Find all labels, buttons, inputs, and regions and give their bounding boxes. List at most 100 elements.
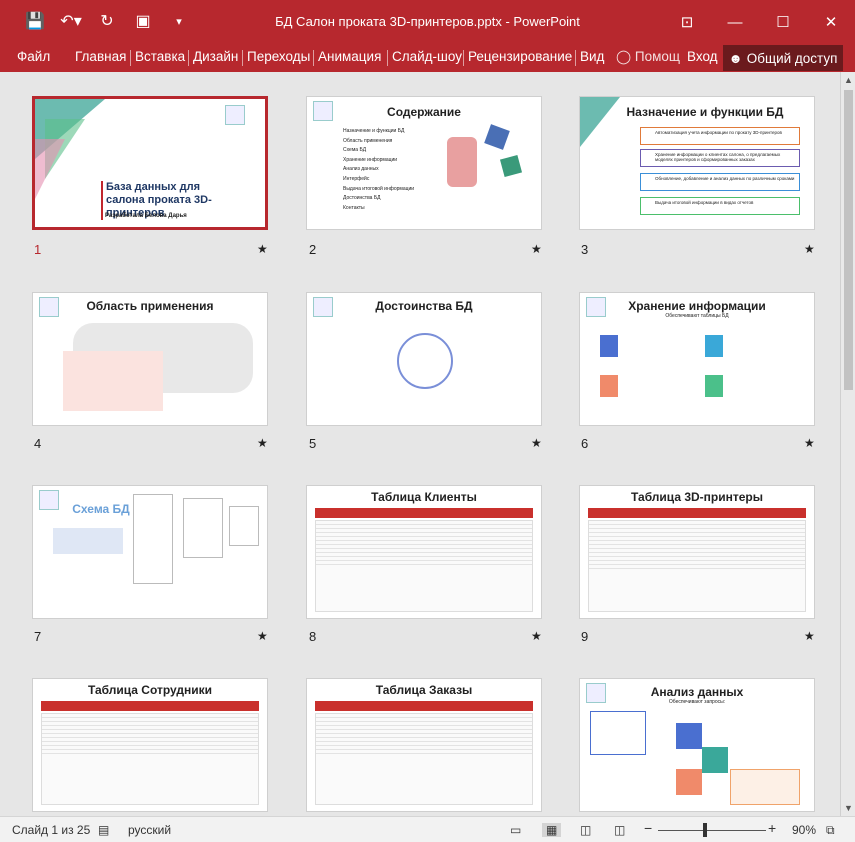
minimize-button[interactable]: — xyxy=(711,0,759,44)
ribbon-display-button[interactable]: ⊡ xyxy=(663,0,711,44)
share-button[interactable]: ☻ Общий доступ xyxy=(723,45,843,71)
number-marker xyxy=(705,335,723,357)
list-item: Интерфейс xyxy=(343,175,370,182)
table-body xyxy=(315,520,533,612)
tab-review[interactable]: Рецензирование xyxy=(462,49,572,66)
slide-title: Таблица Сотрудники xyxy=(87,683,213,697)
text-box xyxy=(590,711,646,755)
slide-title: Схема БД xyxy=(72,502,130,516)
slide-thumbnail-7[interactable]: Схема БД xyxy=(32,485,268,619)
slide-logo xyxy=(39,490,59,510)
normal-view-icon[interactable]: ▭ xyxy=(510,823,521,837)
list-item: Область применения xyxy=(343,137,393,144)
list-item: Хранение информации xyxy=(343,156,398,163)
hexagon-diagram xyxy=(397,333,453,389)
slide-title: Содержание xyxy=(387,105,461,119)
tab-view[interactable]: Вид xyxy=(574,49,604,66)
list-item: Схема БД xyxy=(343,147,367,154)
star-icon: ★ xyxy=(531,242,542,256)
slide-subtitle: Разработала Белова Дарья xyxy=(105,213,187,219)
tell-me[interactable]: ◯ Помощ xyxy=(616,49,680,65)
tab-home[interactable]: Главная xyxy=(75,49,126,64)
cube-icon xyxy=(499,154,523,178)
slide-thumbnail-12[interactable]: Анализ данных Обеспечивают запросы: xyxy=(579,678,815,812)
fit-to-window-icon[interactable]: ⧉ xyxy=(826,823,835,838)
list-item: Обновление, добавление и анализ данных п… xyxy=(640,173,800,191)
zoom-out-button[interactable]: − xyxy=(644,820,652,836)
slide-title: Таблица 3D-принтеры xyxy=(630,490,764,504)
sign-in-link[interactable]: Вход xyxy=(687,49,718,64)
slide-number: 6 xyxy=(581,436,589,451)
slide-thumbnail-6[interactable]: Хранение информации Обеспечивают таблицы… xyxy=(579,292,815,426)
lightbulb-icon: ◯ xyxy=(616,49,632,64)
close-button[interactable]: ✕ xyxy=(807,0,855,44)
star-icon: ★ xyxy=(531,629,542,643)
cube-icon xyxy=(484,124,510,150)
title-bar: 💾 ↶▾ ↻ ▣ ▾ БД Салон проката 3D-принтеров… xyxy=(0,0,855,44)
number-marker xyxy=(702,747,728,773)
tab-animation[interactable]: Анимация xyxy=(312,49,381,66)
slide-thumbnail-11[interactable]: Таблица Заказы xyxy=(306,678,542,812)
slide-thumbnail-10[interactable]: Таблица Сотрудники xyxy=(32,678,268,812)
scroll-down-icon[interactable]: ▼ xyxy=(841,800,855,816)
star-icon: ★ xyxy=(804,629,815,643)
slide-sorter-view-icon[interactable]: ▦ xyxy=(542,823,562,837)
database-icon xyxy=(447,137,477,187)
tab-design[interactable]: Дизайн xyxy=(187,49,238,66)
slide-subtitle: Обеспечивают таблицы БД xyxy=(665,313,729,319)
zoom-level[interactable]: 90% xyxy=(792,823,816,837)
list-item: Выдача итоговой информации в видах отчет… xyxy=(640,197,800,215)
slide-decoration xyxy=(35,139,65,199)
table-body xyxy=(315,713,533,805)
text-box xyxy=(63,351,163,411)
scroll-up-icon[interactable]: ▲ xyxy=(841,72,855,88)
ribbon-tabs: Файл Главная Вставка Дизайн Переходы Ани… xyxy=(0,44,855,72)
schema-table xyxy=(229,506,259,546)
tab-slideshow[interactable]: Слайд-шоу xyxy=(387,49,462,66)
star-icon: ★ xyxy=(531,436,542,450)
list-item: Анализ данных xyxy=(343,166,379,173)
tab-transitions[interactable]: Переходы xyxy=(241,49,310,66)
zoom-slider-handle[interactable] xyxy=(703,823,707,837)
language-label[interactable]: русский xyxy=(128,823,171,837)
slide-thumbnail-8[interactable]: Таблица Клиенты xyxy=(306,485,542,619)
maximize-button[interactable]: ☐ xyxy=(759,0,807,44)
status-bar: Слайд 1 из 25 ▤ русский ▭ ▦ ◫ ◫ − + 90% … xyxy=(0,816,855,842)
slide-thumbnail-2[interactable]: Содержание Назначение и функции БД Облас… xyxy=(306,96,542,230)
table-header xyxy=(315,701,533,711)
slide-thumbnail-5[interactable]: Достоинства БД xyxy=(306,292,542,426)
slide-sorter: База данных для салона проката 3D-принте… xyxy=(0,72,840,816)
star-icon: ★ xyxy=(804,242,815,256)
slide-thumbnail-3[interactable]: Назначение и функции БД Автоматизация уч… xyxy=(579,96,815,230)
spellcheck-icon[interactable]: ▤ xyxy=(98,823,109,837)
list-item: Выдача итоговой информации xyxy=(343,185,415,192)
vertical-scrollbar[interactable]: ▲ ▼ xyxy=(840,72,855,816)
list-item: Хранение информации о клиентах салона, о… xyxy=(640,149,800,167)
number-marker xyxy=(600,375,618,397)
scroll-thumb[interactable] xyxy=(844,90,853,390)
schema-table xyxy=(183,498,223,558)
text-box xyxy=(53,528,123,554)
star-icon: ★ xyxy=(804,436,815,450)
reading-view-icon[interactable]: ◫ xyxy=(580,823,591,837)
slide-title: Область применения xyxy=(86,299,214,313)
tab-insert[interactable]: Вставка xyxy=(129,49,185,66)
table-header xyxy=(588,508,806,518)
slideshow-view-icon[interactable]: ◫ xyxy=(614,823,625,837)
zoom-in-button[interactable]: + xyxy=(768,820,776,836)
number-marker xyxy=(676,723,702,749)
list-item: Контакты xyxy=(343,204,365,211)
list-item: Автоматизация учета информации по прокат… xyxy=(640,127,800,145)
slide-thumbnail-1[interactable]: База данных для салона проката 3D-принте… xyxy=(32,96,268,230)
slide-counter: Слайд 1 из 25 xyxy=(12,823,91,837)
slide-number: 2 xyxy=(309,242,317,257)
tell-me-label: Помощ xyxy=(634,49,680,64)
slide-number: 1 xyxy=(34,242,42,257)
number-marker xyxy=(705,375,723,397)
slide-thumbnail-4[interactable]: Область применения xyxy=(32,292,268,426)
person-icon: ☻ xyxy=(728,50,743,66)
zoom-slider[interactable] xyxy=(658,830,766,831)
tab-file[interactable]: Файл xyxy=(17,49,50,64)
slide-thumbnail-9[interactable]: Таблица 3D-принтеры xyxy=(579,485,815,619)
slide-number: 4 xyxy=(34,436,42,451)
